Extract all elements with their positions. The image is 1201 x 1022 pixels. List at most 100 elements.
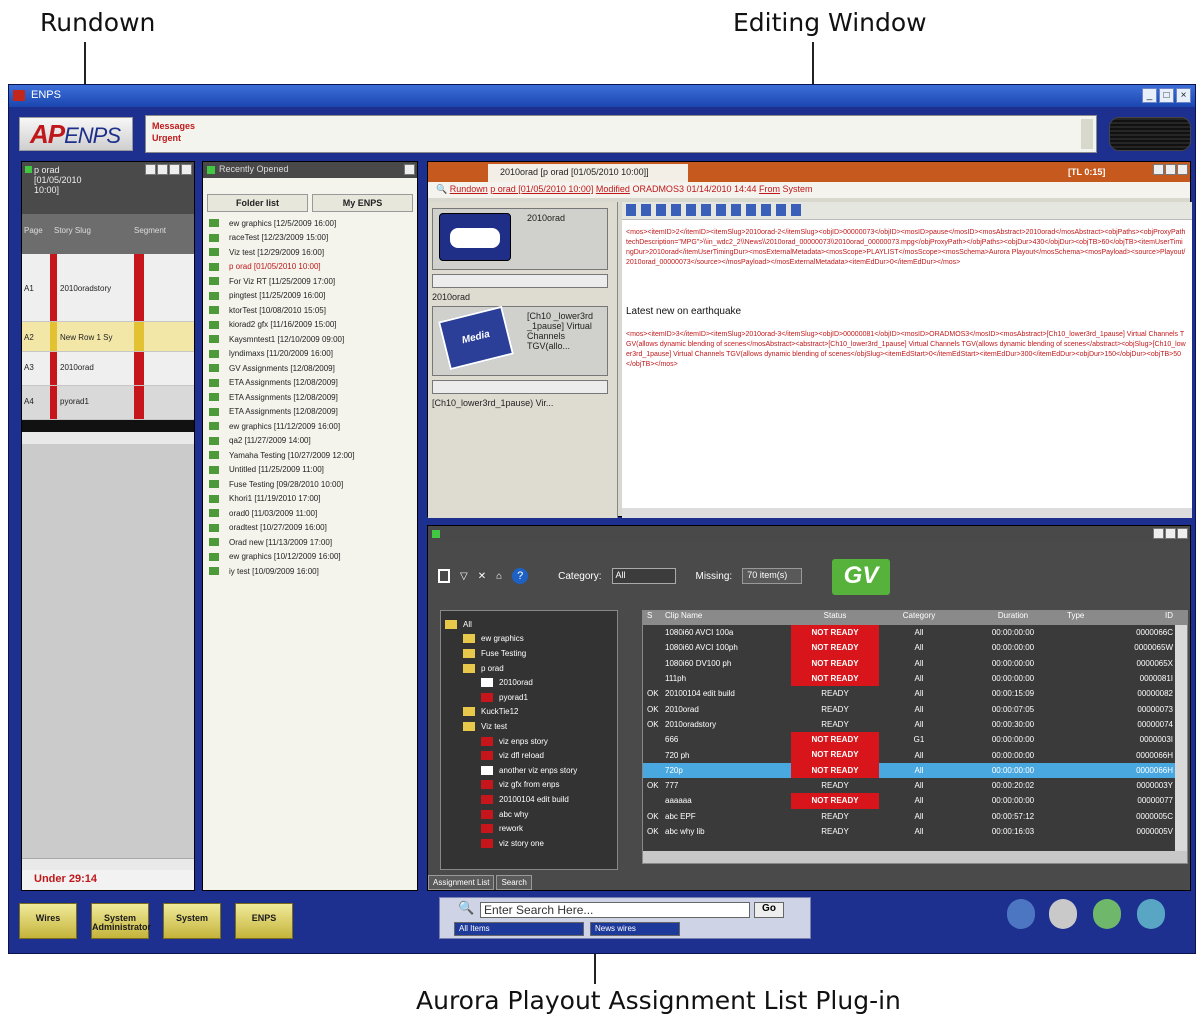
grid-vscrollbar[interactable] [1175, 625, 1187, 853]
col-page[interactable]: Page [22, 214, 52, 254]
find-icon[interactable] [746, 204, 756, 216]
bold-icon[interactable] [641, 204, 651, 216]
recent-item[interactable]: lyndimaxs [11/20/2009 16:00] [209, 347, 411, 362]
tree-node[interactable]: rework [445, 821, 613, 836]
recent-item[interactable]: ETA Assignments [12/08/2009] [209, 376, 411, 391]
table-row[interactable]: 1080i60 AVCI 100ph NOT READY All 00:00:00:0… [643, 640, 1187, 656]
col-s[interactable]: S [643, 611, 665, 625]
col-story-slug[interactable]: Story Slug [52, 214, 132, 254]
paste-icon[interactable] [731, 204, 741, 216]
rundown-link[interactable]: Rundown [450, 184, 488, 194]
close-icon[interactable]: × [1176, 88, 1191, 103]
search-input[interactable]: Enter Search Here... [480, 902, 750, 918]
recent-item[interactable]: ETA Assignments [12/08/2009] [209, 405, 411, 420]
recent-item[interactable]: Untitled [11/25/2009 11:00] [209, 463, 411, 478]
col-duration[interactable]: Duration [959, 611, 1067, 625]
tree-node[interactable]: 2010orad [445, 675, 613, 690]
table-row[interactable]: OK abc why lib READY All 00:00:16:03 0000005V [643, 824, 1187, 839]
recent-item[interactable]: Yamaha Testing [10/27/2009 12:00] [209, 448, 411, 463]
tree-node[interactable]: Viz test [445, 719, 613, 734]
minimize-icon[interactable]: _ [1142, 88, 1157, 103]
rundown-row[interactable]: A2 New Row 1 Sy [22, 322, 194, 352]
tree-node[interactable]: Fuse Testing [445, 646, 613, 661]
grid-hscrollbar[interactable] [643, 851, 1187, 863]
home-icon[interactable] [1093, 899, 1121, 929]
tab-folder-list[interactable]: Folder list [207, 194, 308, 212]
tab-assignment-list[interactable]: Assignment List [428, 875, 495, 890]
aurora-close-icon[interactable] [1177, 528, 1188, 539]
col-clip-name[interactable]: Clip Name [665, 611, 791, 625]
rundown-row[interactable]: A3 2010orad [22, 352, 194, 386]
tree-node[interactable]: 20100104 edit build [445, 792, 613, 807]
recent-item[interactable]: kiorad2 gfx [11/16/2009 15:00] [209, 318, 411, 333]
tree-node[interactable]: KuckTie12 [445, 705, 613, 720]
tree-node[interactable]: pyorad1 [445, 690, 613, 705]
tree-node[interactable]: All [445, 617, 613, 632]
table-row[interactable]: 666 NOT READY G1 00:00:00:00 0000003I [643, 732, 1187, 748]
col-status[interactable]: Status [791, 611, 879, 625]
category-select[interactable]: All [611, 568, 676, 584]
table-row[interactable]: 720 ph NOT READY All 00:00:00:00 0000066H [643, 747, 1187, 763]
rundown-row[interactable]: A1 2010oradstory [22, 254, 194, 322]
recent-item[interactable]: orad0 [11/03/2009 11:00] [209, 506, 411, 521]
recent-item[interactable]: ew graphics [10/12/2009 16:00] [209, 550, 411, 565]
table-row[interactable]: 1080i60 AVCI 100a NOT READY All 00:00:00:00… [643, 625, 1187, 641]
recent-item[interactable]: ktorTest [10/08/2010 15:05] [209, 303, 411, 318]
tree-node[interactable]: p orad [445, 661, 613, 676]
story-editor[interactable]: <mos><itemID>2</itemID><itemSlug>2010ora… [622, 202, 1192, 518]
tree-node[interactable]: ew graphics [445, 632, 613, 647]
filter-icon[interactable]: ▽ [460, 571, 468, 582]
recent-item[interactable]: ETA Assignments [12/08/2009] [209, 390, 411, 405]
table-row[interactable]: OK 2010oradstory READY All 00:00:30:00 000000… [643, 717, 1187, 732]
folder-enps[interactable]: ENPS [235, 903, 293, 939]
mos-transport-controls[interactable] [432, 380, 608, 394]
editing-close-icon[interactable] [1177, 164, 1188, 175]
tree-node[interactable]: viz gfx from enps [445, 778, 613, 793]
recent-item[interactable]: Orad new [11/13/2009 17:00] [209, 535, 411, 550]
spell-icon[interactable] [791, 204, 801, 216]
recent-item[interactable]: pingtest [11/25/2009 16:00] [209, 289, 411, 304]
new-icon[interactable] [438, 569, 450, 583]
copy-icon[interactable] [716, 204, 726, 216]
table-row[interactable]: OK abc EPF READY All 00:00:57:12 0000005C [643, 809, 1187, 824]
mos-transport-controls[interactable] [432, 274, 608, 288]
redo-icon[interactable] [776, 204, 786, 216]
recent-item[interactable]: ew graphics [12/5/2009 16:00] [209, 216, 411, 231]
recent-item[interactable]: p orad [01/05/2010 10:00] [209, 260, 411, 275]
help-icon[interactable]: ? [512, 568, 529, 584]
recent-item[interactable]: Khori1 [11/19/2010 17:00] [209, 492, 411, 507]
maximize-icon[interactable]: □ [1159, 88, 1174, 103]
recent-item[interactable]: Kaysmntest1 [12/10/2009 09:00] [209, 332, 411, 347]
mos-object-2[interactable]: Media [Ch10 _lower3rd _1pause] Virtual C… [432, 305, 608, 376]
rundown-tool-icon[interactable] [157, 164, 168, 175]
rundown-row[interactable]: A4 pyorad1 [22, 386, 194, 420]
table-row[interactable]: OK 2010orad READY All 00:00:07:05 00000073 [643, 701, 1187, 716]
message-scrollbar[interactable] [1081, 119, 1093, 149]
rundown-tool-icon[interactable] [145, 164, 156, 175]
recent-item[interactable]: oradtest [10/27/2009 16:00] [209, 521, 411, 536]
col-id[interactable]: ID [1117, 611, 1177, 625]
rundown-hscrollbar[interactable] [22, 858, 194, 870]
recycle-icon[interactable] [1137, 899, 1165, 929]
news-wires-checkbox[interactable]: News wires [590, 922, 680, 936]
recent-item[interactable]: qa2 [11/27/2009 14:00] [209, 434, 411, 449]
recent-item[interactable]: GV Assignments [12/08/2009] [209, 361, 411, 376]
aurora-tool-icon[interactable] [1165, 528, 1176, 539]
recent-item[interactable]: Fuse Testing [09/28/2010 10:00] [209, 477, 411, 492]
briefcase-icon[interactable]: ⌂ [496, 571, 502, 582]
rundown-detail-link[interactable]: p orad [01/05/2010 10:00] [490, 184, 593, 194]
editing-tool-icon[interactable] [1165, 164, 1176, 175]
recent-item[interactable]: iy test [10/09/2009 16:00] [209, 564, 411, 579]
recent-close-icon[interactable] [404, 164, 415, 175]
search-scope-select[interactable]: All Items [454, 922, 584, 936]
table-row[interactable]: OK 777 READY All 00:00:20:02 0000003Y [643, 778, 1187, 793]
folder-system-administrator[interactable]: System Administrator [91, 903, 151, 939]
editor-hscrollbar[interactable] [622, 508, 1192, 518]
rundown-tool-icon[interactable] [169, 164, 180, 175]
tab-my-enps[interactable]: My ENPS [312, 194, 413, 212]
table-row[interactable]: 720p NOT READY All 00:00:00:00 0000066H [643, 762, 1187, 778]
mos-object-1[interactable]: 2010orad [432, 208, 608, 270]
tree-node[interactable]: viz story one [445, 836, 613, 851]
folder-system[interactable]: System [163, 903, 221, 939]
aurora-tool-icon[interactable] [1153, 528, 1164, 539]
